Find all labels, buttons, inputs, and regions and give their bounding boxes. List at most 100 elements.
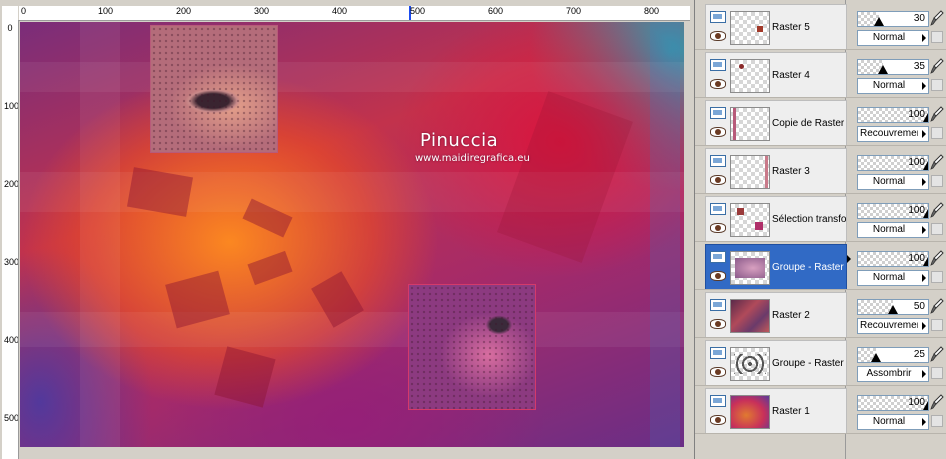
- dropdown-arrow-icon[interactable]: [922, 274, 926, 282]
- blend-mode-select[interactable]: Normal: [857, 30, 929, 46]
- dropdown-arrow-icon[interactable]: [922, 178, 926, 186]
- layer-entry[interactable]: Raster 1: [705, 388, 847, 434]
- layer-entry[interactable]: Sélection transformée: [705, 196, 847, 242]
- slider-thumb-icon[interactable]: [874, 17, 884, 26]
- paintbrush-icon[interactable]: [930, 298, 944, 314]
- layer-row[interactable]: Raster 2 50 Recouvrement: [695, 290, 946, 338]
- layer-properties: 100 Normal: [857, 148, 946, 192]
- layer-properties: 25 Assombrir: [857, 340, 946, 384]
- layer-row[interactable]: Raster 4 35 Normal: [695, 50, 946, 98]
- layer-type-icon: [710, 251, 726, 263]
- layer-row[interactable]: Sélection transformée 100 Normal: [695, 194, 946, 242]
- opacity-slider[interactable]: 35: [857, 59, 929, 75]
- layer-row[interactable]: Copie de Raster 3 100 Recouvrement: [695, 98, 946, 146]
- opacity-slider[interactable]: 100: [857, 155, 929, 171]
- eye-visibility-icon[interactable]: [710, 271, 726, 281]
- row-divider: [695, 433, 946, 434]
- eye-visibility-icon[interactable]: [710, 319, 726, 329]
- lock-icon[interactable]: [931, 367, 943, 379]
- layer-row[interactable]: Groupe - Raster 8 100 Normal: [695, 242, 946, 290]
- blend-mode-select[interactable]: Normal: [857, 78, 929, 94]
- dropdown-arrow-icon[interactable]: [922, 226, 926, 234]
- lock-icon[interactable]: [931, 223, 943, 235]
- dropdown-arrow-icon[interactable]: [922, 370, 926, 378]
- paintbrush-icon[interactable]: [930, 394, 944, 410]
- layers-palette: Raster 5 30 Normal Raster 4 35 Normal Copie de…: [694, 0, 946, 459]
- layer-name: Raster 2: [772, 310, 810, 321]
- blend-mode-select[interactable]: Recouvrement: [857, 126, 929, 142]
- lock-icon[interactable]: [931, 271, 943, 283]
- paintbrush-icon[interactable]: [930, 250, 944, 266]
- layer-thumbnail: [730, 11, 770, 45]
- opacity-value: 50: [913, 301, 925, 312]
- lock-icon[interactable]: [931, 127, 943, 139]
- opacity-slider[interactable]: 100: [857, 203, 929, 219]
- eye-visibility-icon[interactable]: [710, 31, 726, 41]
- layer-row[interactable]: Raster 3 100 Normal: [695, 146, 946, 194]
- blend-mode-select[interactable]: Normal: [857, 222, 929, 238]
- layer-entry[interactable]: Raster 2: [705, 292, 847, 338]
- horizontal-ruler: 0 100 200 300 400 500 600 700 800: [19, 6, 690, 21]
- eye-visibility-icon[interactable]: [710, 223, 726, 233]
- blend-mode-select[interactable]: Normal: [857, 270, 929, 286]
- ruler-tick-label: 800: [644, 6, 660, 16]
- layer-entry[interactable]: Raster 4: [705, 52, 847, 98]
- paintbrush-icon[interactable]: [930, 10, 944, 26]
- paintbrush-icon[interactable]: [930, 154, 944, 170]
- blend-mode-select[interactable]: Normal: [857, 174, 929, 190]
- eye-visibility-icon[interactable]: [710, 79, 726, 89]
- opacity-value: 100: [908, 205, 925, 216]
- decorative-blade: [247, 250, 293, 286]
- opacity-slider[interactable]: 100: [857, 395, 929, 411]
- lock-icon[interactable]: [931, 319, 943, 331]
- layer-row[interactable]: Raster 1 100 Normal: [695, 386, 946, 434]
- layer-name: Raster 4: [772, 70, 810, 81]
- decorative-stripe: [650, 22, 680, 447]
- slider-thumb-icon[interactable]: [878, 65, 888, 74]
- layer-entry[interactable]: Raster 3: [705, 148, 847, 194]
- paintbrush-icon[interactable]: [930, 106, 944, 122]
- slider-thumb-icon[interactable]: [871, 353, 881, 362]
- layer-row[interactable]: Raster 5 30 Normal: [695, 2, 946, 50]
- blend-mode-select[interactable]: Recouvrement: [857, 318, 929, 334]
- layer-entry[interactable]: Raster 5: [705, 4, 847, 50]
- lock-icon[interactable]: [931, 175, 943, 187]
- eye-visibility-icon[interactable]: [710, 367, 726, 377]
- document-image[interactable]: Pinuccia www.maidiregrafica.eu: [20, 22, 684, 447]
- blend-mode-select[interactable]: Normal: [857, 414, 929, 430]
- opacity-slider[interactable]: 100: [857, 107, 929, 123]
- eye-visibility-icon[interactable]: [710, 175, 726, 185]
- layer-properties: 100 Recouvrement: [857, 100, 946, 144]
- layer-entry[interactable]: Groupe - Raster 8: [705, 244, 847, 290]
- ruler-tick-label: 700: [566, 6, 582, 16]
- opacity-slider[interactable]: 25: [857, 347, 929, 363]
- opacity-value: 35: [913, 61, 925, 72]
- dropdown-arrow-icon[interactable]: [922, 34, 926, 42]
- paintbrush-icon[interactable]: [930, 58, 944, 74]
- layer-properties: 30 Normal: [857, 4, 946, 48]
- lock-icon[interactable]: [931, 31, 943, 43]
- lock-icon[interactable]: [931, 79, 943, 91]
- layer-entry[interactable]: Groupe - Raster 3: [705, 340, 847, 386]
- blend-mode-select[interactable]: Assombrir: [857, 366, 929, 382]
- ruler-corner: [2, 6, 18, 20]
- canvas-area: 0 100 200 300 400 500 600 700 800 0 100 …: [0, 0, 694, 459]
- opacity-slider[interactable]: 50: [857, 299, 929, 315]
- dropdown-arrow-icon[interactable]: [922, 130, 926, 138]
- opacity-slider[interactable]: 30: [857, 11, 929, 27]
- dropdown-arrow-icon[interactable]: [922, 82, 926, 90]
- eye-visibility-icon[interactable]: [710, 415, 726, 425]
- opacity-slider[interactable]: 100: [857, 251, 929, 267]
- layer-entry[interactable]: Copie de Raster 3: [705, 100, 847, 146]
- paintbrush-icon[interactable]: [930, 346, 944, 362]
- lock-icon[interactable]: [931, 415, 943, 427]
- blend-mode-value: Recouvrement: [860, 128, 918, 139]
- eye-visibility-icon[interactable]: [710, 127, 726, 137]
- layer-thumbnail: [730, 203, 770, 237]
- paintbrush-icon[interactable]: [930, 202, 944, 218]
- dropdown-arrow-icon[interactable]: [922, 322, 926, 330]
- layer-row[interactable]: Groupe - Raster 3 25 Assombrir: [695, 338, 946, 386]
- blend-mode-value: Normal: [872, 176, 906, 187]
- dropdown-arrow-icon[interactable]: [922, 418, 926, 426]
- slider-thumb-icon[interactable]: [888, 305, 898, 314]
